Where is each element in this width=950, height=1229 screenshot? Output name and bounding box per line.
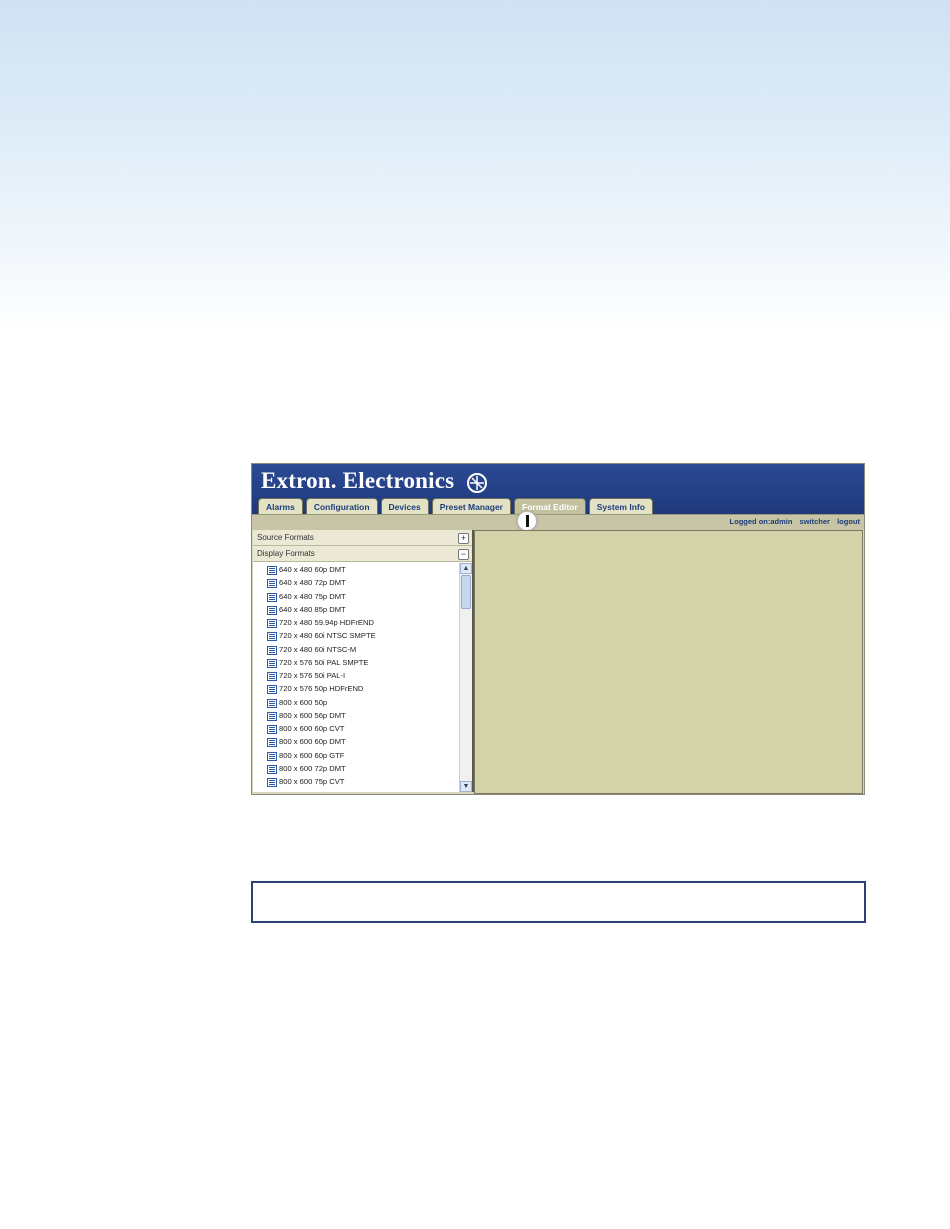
app-banner: Extron. Electronics Alarms Configuration… xyxy=(252,464,864,516)
note-box xyxy=(251,881,866,923)
list-item[interactable]: 800 x 600 72p DMT xyxy=(253,762,459,775)
display-formats-header[interactable]: Display Formats − xyxy=(253,546,472,562)
list-item[interactable]: 800 x 600 60p GTF xyxy=(253,749,459,762)
format-file-icon xyxy=(267,698,277,708)
main-tabs: Alarms Configuration Devices Preset Mana… xyxy=(258,498,653,515)
list-item[interactable]: 720 x 480 60i NTSC SMPTE xyxy=(253,629,459,642)
list-item[interactable]: 800 x 600 60p CVT xyxy=(253,722,459,735)
format-file-icon xyxy=(267,764,277,774)
format-editor-workspace xyxy=(474,530,863,794)
display-format-list: 640 x 480 60p DMT 640 x 480 72p DMT 640 … xyxy=(253,563,459,792)
format-file-icon xyxy=(267,711,277,721)
switcher-link[interactable]: switcher xyxy=(800,517,830,526)
page-header-gradient xyxy=(0,0,950,330)
format-file-icon xyxy=(267,658,277,668)
format-file-icon xyxy=(267,778,277,787)
format-file-icon xyxy=(267,579,277,589)
logged-on-label: Logged on:admin xyxy=(729,517,793,526)
list-item[interactable]: 720 x 576 50i PAL-I xyxy=(253,669,459,682)
format-file-icon xyxy=(267,725,277,734)
format-file-icon xyxy=(267,738,277,748)
format-file-icon xyxy=(267,619,277,628)
format-file-icon xyxy=(267,672,277,681)
format-file-icon xyxy=(267,751,277,761)
tab-system-info[interactable]: System Info xyxy=(588,498,653,515)
format-editor-screenshot: Extron. Electronics Alarms Configuration… xyxy=(251,463,865,795)
format-file-icon xyxy=(267,566,277,575)
scroll-down-icon[interactable]: ▼ xyxy=(460,781,472,792)
list-item[interactable]: 720 x 576 50i PAL SMPTE xyxy=(253,656,459,669)
extron-logo-mark-icon xyxy=(467,473,487,493)
source-formats-header[interactable]: Source Formats + xyxy=(253,530,472,546)
user-links: Logged on:admin switcher logout xyxy=(725,517,860,526)
list-item[interactable]: 640 x 480 75p DMT xyxy=(253,590,459,603)
list-item[interactable]: 640 x 480 60p DMT xyxy=(253,563,459,576)
callout-marker-icon xyxy=(517,511,537,531)
tab-alarms[interactable]: Alarms xyxy=(258,498,303,515)
format-file-icon xyxy=(267,605,277,615)
list-item[interactable]: 800 x 600 56p DMT xyxy=(253,709,459,722)
list-item[interactable]: 720 x 480 59.94p HDFrEND xyxy=(253,616,459,629)
format-file-icon xyxy=(267,632,277,642)
formats-panel: Source Formats + Display Formats − 640 x… xyxy=(253,530,474,792)
source-formats-label: Source Formats xyxy=(257,533,314,542)
list-item[interactable]: 800 x 600 50p xyxy=(253,696,459,709)
collapse-icon[interactable]: − xyxy=(458,549,469,560)
scroll-up-icon[interactable]: ▲ xyxy=(460,563,472,574)
list-item[interactable]: 800 x 600 75p CVT xyxy=(253,775,459,788)
scroll-thumb[interactable] xyxy=(461,575,471,609)
list-scrollbar[interactable]: ▲ ▼ xyxy=(459,563,472,792)
list-item[interactable]: 720 x 480 60i NTSC-M xyxy=(253,643,459,656)
list-item[interactable]: 640 x 480 85p DMT xyxy=(253,603,459,616)
extron-logo: Extron. Electronics xyxy=(261,468,455,493)
list-item[interactable]: 640 x 480 72p DMT xyxy=(253,576,459,589)
format-file-icon xyxy=(267,685,277,695)
format-file-icon xyxy=(267,645,277,655)
tab-configuration[interactable]: Configuration xyxy=(305,498,378,515)
tab-preset-manager[interactable]: Preset Manager xyxy=(431,498,511,515)
tab-devices[interactable]: Devices xyxy=(380,498,429,515)
expand-icon[interactable]: + xyxy=(458,533,469,544)
status-bar: Logged on:admin switcher logout xyxy=(252,514,864,530)
logout-link[interactable]: logout xyxy=(837,517,860,526)
display-formats-label: Display Formats xyxy=(257,549,315,558)
list-item[interactable]: 720 x 576 50p HDFrEND xyxy=(253,682,459,695)
list-item[interactable]: 800 x 600 60p DMT xyxy=(253,735,459,748)
format-file-icon xyxy=(267,592,277,602)
